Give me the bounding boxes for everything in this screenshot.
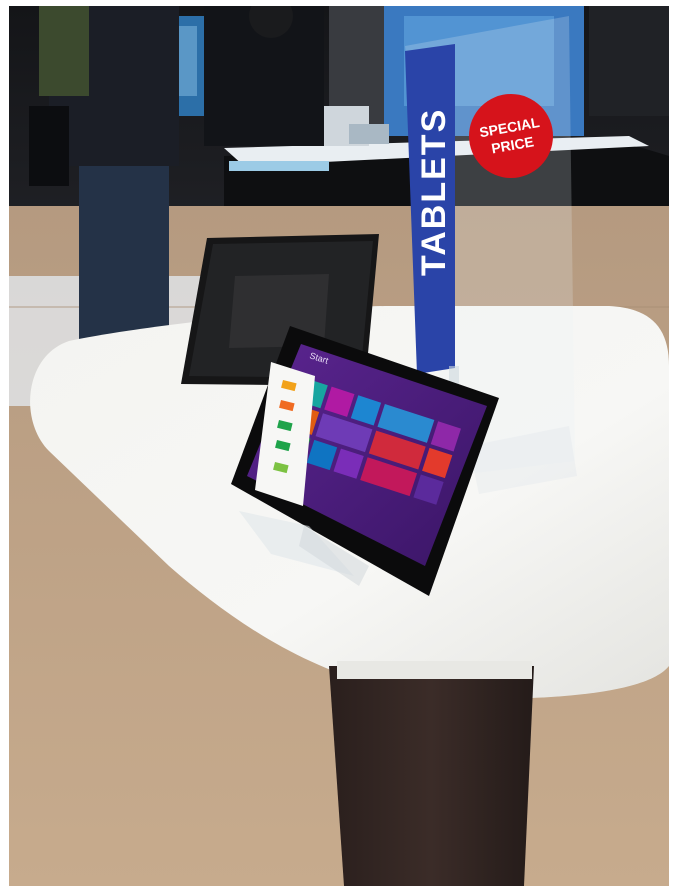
shopper-center xyxy=(204,6,324,146)
store-photo: TABLETS SPECIAL PRICE Start xyxy=(9,6,669,886)
store-scene: TABLETS SPECIAL PRICE Start xyxy=(9,6,669,886)
tablets-sign-label: TABLETS xyxy=(415,108,453,276)
special-price-badge: SPECIAL PRICE xyxy=(469,94,553,178)
